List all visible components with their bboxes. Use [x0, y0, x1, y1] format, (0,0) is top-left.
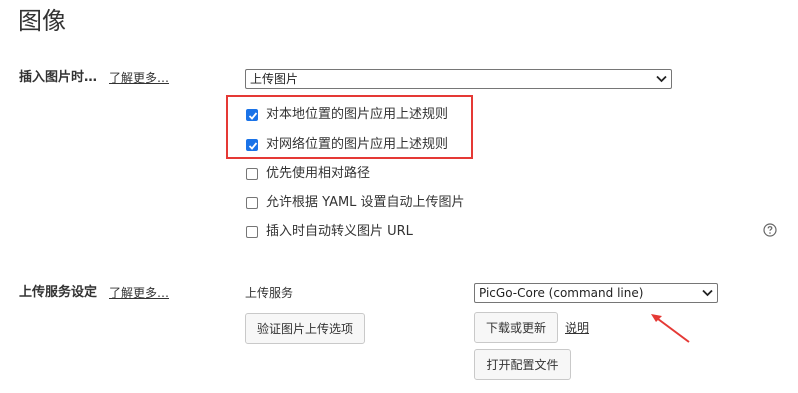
checkbox-checked-icon[interactable] [246, 109, 258, 121]
page-title: 图像 [18, 7, 66, 35]
checkbox-label: 优先使用相对路径 [266, 166, 371, 181]
checkbox-label: 插入时自动转义图片 URL [266, 224, 413, 239]
upload-service-select[interactable]: PicGo-Core (command line) [474, 283, 718, 303]
upload-service-field-label: 上传服务 [245, 286, 294, 300]
upload-service-learn-more-link[interactable]: 了解更多… [109, 284, 169, 302]
explain-link[interactable]: 说明 [565, 319, 589, 337]
upload-service-select-value: PicGo-Core (command line) [479, 286, 644, 300]
checkbox-label: 对本地位置的图片应用上述规则 [266, 107, 449, 122]
chevron-down-icon [656, 75, 667, 83]
checkbox-checked-icon[interactable] [246, 139, 258, 151]
chevron-down-icon [702, 289, 713, 297]
download-update-button[interactable]: 下载或更新 [474, 312, 558, 343]
question-circle-icon[interactable] [763, 223, 777, 237]
insert-image-learn-more-link[interactable]: 了解更多… [109, 69, 169, 87]
checkbox-unchecked-icon[interactable] [246, 226, 258, 238]
verify-upload-button[interactable]: 验证图片上传选项 [245, 313, 365, 344]
checkbox-label: 允许根据 YAML 设置自动上传图片 [266, 195, 465, 210]
insert-image-select-value: 上传图片 [250, 72, 299, 86]
open-config-button[interactable]: 打开配置文件 [474, 349, 571, 380]
checkbox-label: 对网络位置的图片应用上述规则 [266, 137, 449, 152]
checkbox-unchecked-icon[interactable] [246, 168, 258, 180]
upload-service-label: 上传服务设定 [19, 285, 98, 300]
annotation-arrow-icon [651, 314, 690, 343]
insert-image-label: 插入图片时… [19, 70, 98, 85]
checkbox-unchecked-icon[interactable] [246, 197, 258, 209]
insert-image-select[interactable]: 上传图片 [245, 69, 672, 89]
